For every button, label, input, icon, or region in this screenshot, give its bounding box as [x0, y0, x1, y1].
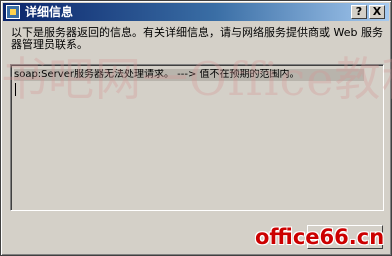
- close-button[interactable]: X: [369, 5, 385, 19]
- details-dialog: 详细信息 ? X 以下是服务器返回的信息。有关详细信息，请与网络服务提供商或 W…: [0, 0, 392, 256]
- title-bar[interactable]: 详细信息 ? X: [3, 3, 389, 21]
- dialog-title: 详细信息: [25, 5, 74, 19]
- background-watermark: 书吧网一Office教程网: [1, 52, 392, 106]
- help-button[interactable]: ?: [351, 5, 367, 19]
- description-text: 以下是服务器返回的信息。有关详细信息，请与网络服务提供商或 Web 服务器管理员…: [11, 26, 383, 51]
- site-logo: office66.cn: [255, 225, 385, 249]
- dialog-info-icon: [6, 5, 20, 19]
